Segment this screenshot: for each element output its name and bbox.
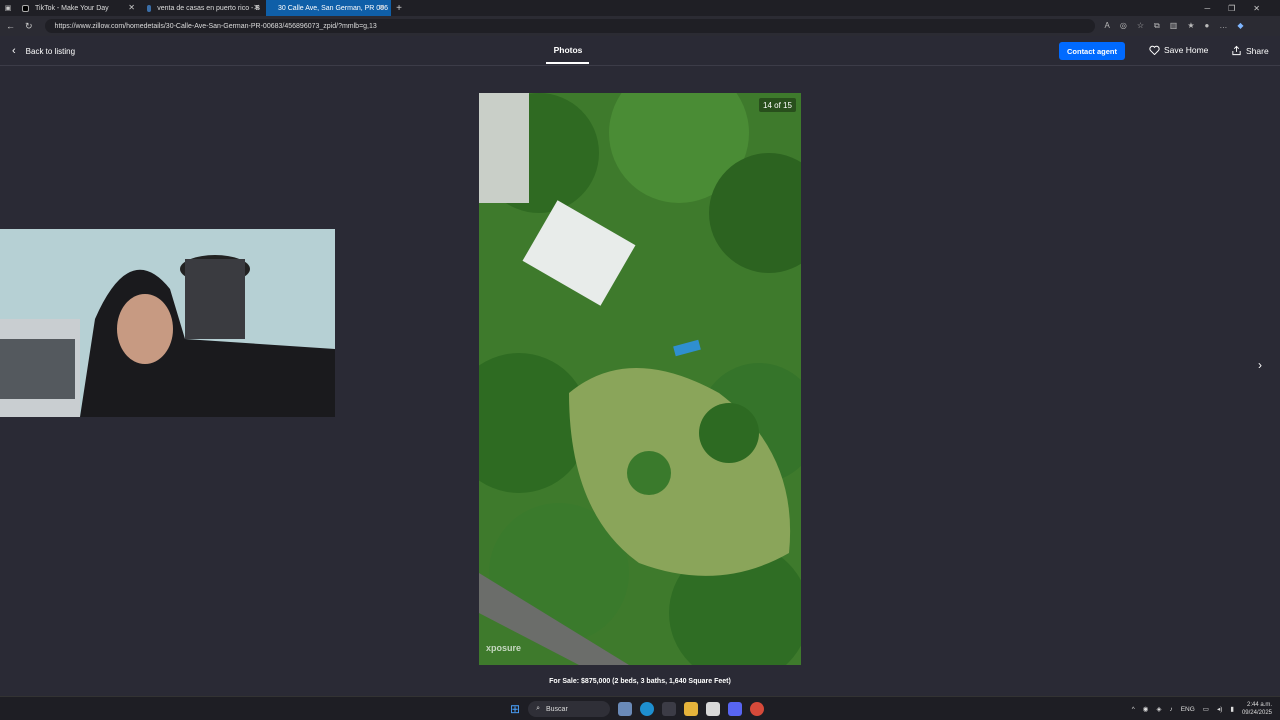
more-icon[interactable]: … — [1219, 21, 1227, 31]
lang-indicator[interactable]: ENG — [1181, 706, 1195, 713]
new-tab-button[interactable]: + — [391, 3, 407, 14]
battery-icon[interactable]: ▮ — [1230, 705, 1234, 713]
webcam-overlay — [0, 229, 335, 417]
minimize-icon[interactable]: ─ — [1204, 4, 1210, 13]
tab-underline — [546, 62, 589, 64]
browser-menu-icon[interactable]: ▣ — [0, 4, 16, 12]
taskbar-apps: ⊞ ⌕ Buscar — [510, 701, 765, 717]
shield-icon[interactable]: ◈ — [1156, 705, 1161, 713]
save-home-button[interactable]: Save Home — [1149, 45, 1208, 55]
date-text: 09/24/2025 — [1241, 710, 1272, 716]
edge-icon[interactable] — [640, 702, 655, 716]
volume-icon[interactable]: ◂) — [1217, 705, 1222, 713]
tab-label: 30 Calle Ave, San German, PR 006 — [278, 4, 388, 12]
url-text: https://www.zillow.com/homedetails/30-Ca… — [54, 22, 377, 30]
window-controls: ─ ❐ ✕ — [1204, 4, 1280, 13]
tab-tiktok[interactable]: TikTok - Make Your Day ✕ — [16, 0, 141, 16]
windows-taskbar: ⊞ ⌕ Buscar ^ ◉ ◈ ♪ ENG ▭ ◂) ▮ 2:44 a.m. … — [0, 696, 1280, 720]
search-icon — [147, 4, 152, 12]
back-to-listing-button[interactable]: ‹ Back to listing — [12, 45, 75, 57]
photo-caption: For Sale: $875,000 (2 beds, 3 baths, 1,6… — [549, 678, 731, 685]
mic-icon[interactable]: ♪ — [1169, 706, 1172, 713]
back-label: Back to listing — [25, 46, 76, 56]
task-view-icon[interactable] — [618, 702, 633, 716]
translate-icon[interactable]: A — [1105, 21, 1110, 31]
chrome-icon[interactable] — [750, 702, 765, 716]
address-bar: ← ↻ https://www.zillow.com/homedetails/3… — [0, 16, 1280, 36]
close-icon[interactable]: ✕ — [253, 3, 260, 12]
close-icon[interactable]: ✕ — [128, 3, 135, 12]
chevron-right-icon: › — [1258, 358, 1262, 372]
tab-label: TikTok - Make Your Day — [35, 4, 109, 12]
discord-icon[interactable] — [728, 702, 743, 716]
tab-zillow[interactable]: 30 Calle Ave, San German, PR 006 ✕ — [266, 0, 391, 16]
favorites-icon[interactable]: ★ — [1187, 21, 1194, 31]
tab-search[interactable]: venta de casas en puerto rico - B ✕ — [141, 0, 266, 16]
app-icon[interactable] — [706, 702, 721, 716]
windows-start-icon[interactable]: ⊞ — [510, 702, 520, 716]
network-icon[interactable]: ▭ — [1203, 705, 1209, 713]
webcam-image — [0, 229, 335, 417]
favorite-star-icon[interactable]: ☆ — [1137, 21, 1144, 31]
taskbar-search[interactable]: ⌕ Buscar — [528, 701, 611, 717]
watermark-logo: xposure — [486, 643, 522, 653]
file-explorer-icon[interactable] — [684, 702, 699, 716]
browser-tab-bar: ▣ TikTok - Make Your Day ✕ venta de casa… — [0, 0, 1280, 16]
steam-icon[interactable]: ◉ — [1143, 705, 1149, 713]
profile-icon[interactable]: ● — [1205, 21, 1210, 31]
next-photo-button[interactable]: › — [1252, 356, 1268, 374]
share-button[interactable]: Share — [1231, 45, 1269, 56]
system-tray: ^ ◉ ◈ ♪ ENG ▭ ◂) ▮ 2:44 a.m. 09/24/2025 — [1132, 701, 1272, 717]
time-text: 2:44 a.m. — [1246, 702, 1272, 708]
browser-toolbar: A ◎ ☆ ⧉ ▥ ★ ● … ◆ — [1105, 21, 1244, 31]
extensions-icon[interactable]: ⧉ — [1154, 21, 1160, 31]
tab-photos[interactable]: Photos — [546, 45, 590, 55]
store-icon[interactable] — [662, 702, 677, 716]
maximize-icon[interactable]: ❐ — [1228, 4, 1235, 13]
split-icon[interactable]: ▥ — [1170, 21, 1178, 31]
clock[interactable]: 2:44 a.m. 09/24/2025 — [1242, 701, 1272, 717]
heart-icon — [1149, 45, 1160, 55]
search-label: Buscar — [545, 705, 568, 713]
chevron-up-icon[interactable]: ^ — [1132, 706, 1135, 713]
save-label: Save Home — [1164, 45, 1209, 55]
refresh-icon[interactable]: ↻ — [25, 21, 33, 32]
copilot-icon[interactable]: ◆ — [1237, 21, 1243, 31]
close-icon[interactable]: ✕ — [378, 3, 385, 12]
chevron-left-icon: ‹ — [12, 45, 16, 57]
tracking-icon[interactable]: ◎ — [1120, 21, 1127, 31]
listing-photo[interactable] — [479, 93, 801, 665]
aerial-image — [479, 93, 801, 665]
tab-label: venta de casas en puerto rico - B — [157, 4, 260, 12]
share-icon — [1232, 45, 1241, 56]
photo-counter: 14 of 15 — [759, 98, 796, 112]
photo-viewer-header: ‹ Back to listing Photos Contact agent S… — [0, 36, 1280, 66]
back-arrow-icon[interactable]: ← — [6, 21, 15, 32]
tiktok-icon — [22, 4, 29, 12]
share-label: Share — [1246, 45, 1269, 56]
url-field[interactable]: https://www.zillow.com/homedetails/30-Ca… — [44, 19, 1095, 33]
close-window-icon[interactable]: ✕ — [1253, 4, 1260, 13]
nav-buttons: ← ↻ — [0, 21, 33, 32]
contact-agent-button[interactable]: Contact agent — [1059, 42, 1125, 60]
search-icon: ⌕ — [536, 705, 540, 712]
